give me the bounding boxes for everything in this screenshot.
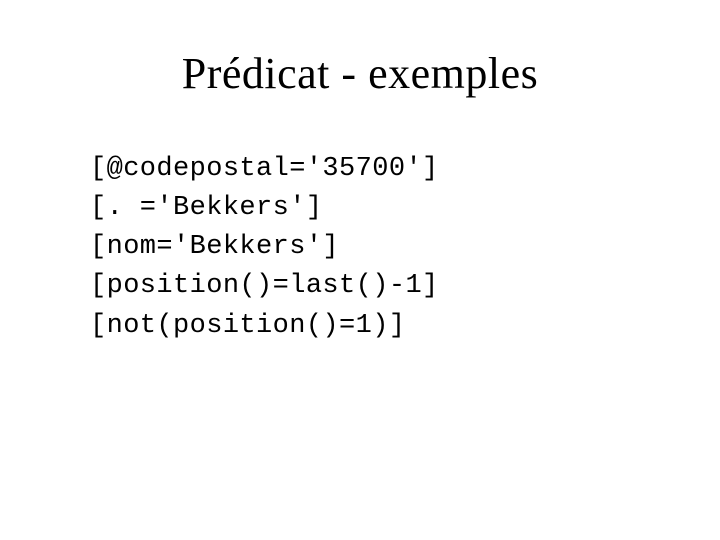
code-line: [not(position()=1)] bbox=[90, 307, 660, 346]
code-line: [. ='Bekkers'] bbox=[90, 189, 660, 228]
slide-body: [@codepostal='35700'] [. ='Bekkers'] [no… bbox=[90, 150, 660, 346]
code-line: [nom='Bekkers'] bbox=[90, 228, 660, 267]
slide: Prédicat - exemples [@codepostal='35700'… bbox=[0, 0, 720, 540]
code-line: [@codepostal='35700'] bbox=[90, 150, 660, 189]
slide-title: Prédicat - exemples bbox=[0, 48, 720, 99]
code-line: [position()=last()-1] bbox=[90, 267, 660, 306]
